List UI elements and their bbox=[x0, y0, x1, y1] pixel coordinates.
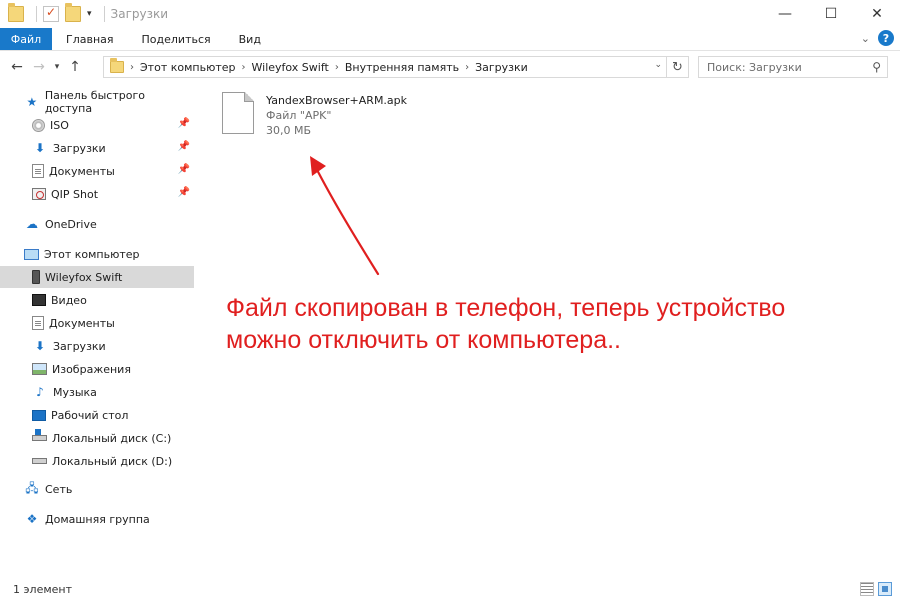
help-icon[interactable]: ? bbox=[878, 30, 894, 46]
music-icon: ♪ bbox=[36, 385, 44, 399]
sidebar-item-video[interactable]: Видео bbox=[0, 289, 194, 311]
homegroup-icon: ❖ bbox=[26, 512, 38, 526]
network-icon: 🖧 bbox=[25, 480, 39, 495]
annotation-line: Файл скопирован в телефон, теперь устрой… bbox=[226, 294, 786, 322]
address-dropdown-icon[interactable]: ⌄ bbox=[654, 60, 662, 70]
drive-icon bbox=[32, 458, 47, 464]
cloud-icon: ☁ bbox=[26, 217, 38, 231]
status-bar: 1 элемент bbox=[0, 578, 900, 600]
tab-file[interactable]: Файл bbox=[0, 28, 52, 50]
file-icon bbox=[222, 92, 254, 134]
sidebar-item-documents[interactable]: Документы bbox=[0, 312, 194, 334]
close-button[interactable]: ✕ bbox=[854, 0, 900, 28]
back-button[interactable]: ← bbox=[6, 59, 28, 75]
navigation-pane: ★ Панель быстрого доступа ISO 📌 ⬇ Загруз… bbox=[0, 88, 196, 568]
quick-access-toolbar: ▾ Загрузки bbox=[0, 0, 168, 28]
pin-icon[interactable]: 📌 bbox=[178, 187, 190, 198]
sidebar-item-music[interactable]: ♪ Музыка bbox=[0, 381, 194, 403]
tab-home[interactable]: Главная bbox=[52, 28, 128, 50]
pin-icon[interactable]: 📌 bbox=[178, 164, 190, 175]
pin-icon[interactable]: 📌 bbox=[178, 118, 190, 129]
sidebar-item-downloads[interactable]: ⬇ Загрузки bbox=[0, 335, 194, 357]
sidebar-item-homegroup[interactable]: ❖ Домашняя группа bbox=[0, 508, 194, 530]
divider bbox=[36, 6, 37, 22]
video-icon bbox=[32, 294, 46, 306]
document-icon bbox=[32, 164, 44, 178]
star-icon: ★ bbox=[26, 95, 38, 109]
drive-icon bbox=[32, 429, 47, 441]
sidebar-item-quick-downloads[interactable]: ⬇ Загрузки 📌 bbox=[0, 137, 194, 159]
document-icon bbox=[32, 316, 44, 330]
window-title: Загрузки bbox=[110, 7, 169, 21]
details-view-icon[interactable] bbox=[860, 582, 874, 596]
ribbon-tabs: Файл Главная Поделиться Вид ⌄ ? bbox=[0, 28, 900, 51]
sidebar-item-network[interactable]: 🖧 Сеть bbox=[0, 478, 194, 500]
navigation-bar: ← → ▾ ↑ › Этот компьютер › Wileyfox Swif… bbox=[0, 52, 900, 82]
chevron-right-icon[interactable]: › bbox=[333, 62, 341, 73]
maximize-button[interactable]: ☐ bbox=[808, 0, 854, 28]
file-size: 30,0 МБ bbox=[266, 124, 312, 137]
file-type: Файл "APK" bbox=[266, 109, 332, 122]
chevron-right-icon[interactable]: › bbox=[128, 62, 136, 73]
sidebar-item-this-pc[interactable]: Этот компьютер bbox=[0, 243, 194, 265]
tab-share[interactable]: Поделиться bbox=[128, 28, 225, 50]
breadcrumb-this-pc[interactable]: Этот компьютер bbox=[136, 61, 240, 74]
image-icon bbox=[32, 363, 47, 375]
refresh-icon[interactable]: ↻ bbox=[666, 57, 688, 77]
sidebar-item-pictures[interactable]: Изображения bbox=[0, 358, 194, 380]
sidebar-item-quick-documents[interactable]: Документы 📌 bbox=[0, 160, 194, 182]
download-icon: ⬇ bbox=[34, 339, 46, 353]
pin-icon[interactable]: 📌 bbox=[178, 141, 190, 152]
sidebar-item-iso[interactable]: ISO 📌 bbox=[0, 114, 194, 136]
breadcrumb-internal-storage[interactable]: Внутренняя память bbox=[341, 61, 463, 74]
sidebar-item-wileyfox-swift[interactable]: Wileyfox Swift bbox=[0, 266, 194, 288]
chevron-down-icon[interactable]: ▾ bbox=[87, 9, 92, 19]
chevron-right-icon[interactable]: › bbox=[463, 62, 471, 73]
tab-view[interactable]: Вид bbox=[225, 28, 275, 50]
annotation-line: можно отключить от компьютера.. bbox=[226, 326, 622, 354]
forward-button[interactable]: → bbox=[28, 59, 50, 75]
view-buttons bbox=[860, 582, 892, 596]
recent-locations-button[interactable]: ▾ bbox=[50, 62, 64, 72]
properties-icon[interactable] bbox=[43, 5, 59, 22]
divider bbox=[103, 6, 105, 22]
download-icon: ⬇ bbox=[34, 141, 46, 155]
file-name: YandexBrowser+ARM.apk bbox=[266, 94, 408, 107]
chevron-right-icon[interactable]: › bbox=[240, 62, 248, 73]
computer-icon bbox=[24, 248, 39, 260]
search-box[interactable]: ⚲ bbox=[698, 56, 888, 78]
disc-icon bbox=[32, 118, 45, 132]
sidebar-item-drive-c[interactable]: Локальный диск (C:) bbox=[0, 427, 194, 449]
screenshot-icon bbox=[32, 188, 46, 200]
up-button[interactable]: ↑ bbox=[64, 59, 86, 75]
breadcrumb-device[interactable]: Wileyfox Swift bbox=[248, 61, 333, 74]
sidebar-item-drive-d[interactable]: Локальный диск (D:) bbox=[0, 450, 194, 472]
expand-ribbon-icon[interactable]: ⌄ bbox=[861, 32, 870, 45]
new-folder-icon[interactable] bbox=[65, 3, 81, 22]
folder-icon bbox=[8, 3, 24, 22]
sidebar-item-quick-access[interactable]: ★ Панель быстрого доступа bbox=[0, 89, 194, 115]
desktop-icon bbox=[32, 409, 46, 421]
search-icon[interactable]: ⚲ bbox=[872, 60, 881, 74]
file-item[interactable]: YandexBrowser+ARM.apk Файл "APK" 30,0 МБ bbox=[222, 92, 442, 140]
window-controls: — ☐ ✕ bbox=[762, 0, 900, 28]
search-input[interactable] bbox=[707, 60, 867, 74]
phone-icon bbox=[32, 270, 40, 284]
folder-icon bbox=[110, 58, 124, 73]
ribbon-right: ⌄ ? bbox=[861, 30, 894, 46]
annotation-text: Файл скопирован в телефон, теперь устрой… bbox=[226, 292, 846, 356]
minimize-button[interactable]: — bbox=[762, 0, 808, 28]
annotation-arrow-icon bbox=[310, 156, 380, 276]
sidebar-item-qip-shot[interactable]: QIP Shot 📌 bbox=[0, 183, 194, 205]
address-bar[interactable]: › Этот компьютер › Wileyfox Swift › Внут… bbox=[103, 56, 689, 78]
title-bar: ▾ Загрузки — ☐ ✕ bbox=[0, 0, 900, 28]
tiles-view-icon[interactable] bbox=[878, 582, 892, 596]
breadcrumb-downloads[interactable]: Загрузки bbox=[471, 61, 532, 74]
sidebar-item-onedrive[interactable]: ☁ OneDrive bbox=[0, 213, 194, 235]
sidebar-item-desktop[interactable]: Рабочий стол bbox=[0, 404, 194, 426]
item-count: 1 элемент bbox=[13, 582, 72, 596]
